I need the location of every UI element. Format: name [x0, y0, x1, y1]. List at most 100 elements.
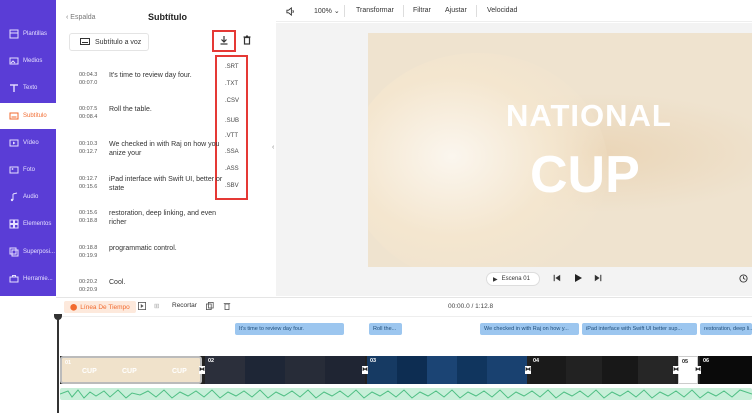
video-clip-02[interactable]: 02	[205, 356, 365, 384]
subtitle-end[interactable]: 00:20.9	[79, 287, 97, 293]
clip-thumb-text: CUP	[172, 368, 187, 375]
format-option-csv[interactable]: .CSV	[225, 98, 239, 104]
transition-marker[interactable]: ⧓	[525, 366, 531, 374]
audio-track[interactable]	[60, 388, 752, 400]
tools-icon	[8, 273, 20, 285]
timeline-delete-icon[interactable]	[223, 302, 231, 312]
audio-waveform	[60, 389, 752, 399]
sidebar-item-superposiciones[interactable]: Superposi...	[0, 239, 56, 265]
subtitle-text[interactable]: programmatic control.	[109, 244, 229, 253]
sidebar-item-herramientas[interactable]: Herramie...	[0, 266, 56, 292]
play-range-icon[interactable]	[138, 302, 146, 312]
split-icon[interactable]: ⊞	[154, 302, 159, 310]
subtitle-start[interactable]: 00:07.5	[79, 106, 97, 112]
video-icon	[8, 137, 20, 149]
playhead[interactable]	[57, 316, 59, 413]
sidebar-item-foto[interactable]: Foto	[0, 157, 56, 183]
video-clip-04[interactable]: 04	[530, 356, 675, 384]
sidebar-item-label: Audio	[23, 194, 39, 200]
subtitle-clip[interactable]: iPad interface with Swift UI better sup.…	[582, 323, 697, 335]
delete-button[interactable]	[242, 35, 254, 47]
subtitle-text[interactable]: Cool.	[109, 278, 229, 287]
overlay-icon	[8, 246, 20, 258]
sidebar-item-elementos[interactable]: Elementos	[0, 211, 56, 237]
clock-icon[interactable]	[739, 274, 749, 284]
subtitle-row[interactable]: 00:10.3 00:12.7 We checked in with Raj on…	[79, 140, 269, 160]
subtitle-end[interactable]: 00:12.7	[79, 149, 97, 155]
subtitle-clip[interactable]: We checked in with Raj on how y...	[480, 323, 579, 335]
subtitle-clip[interactable]: It's time to review day four.	[235, 323, 344, 335]
timeline-toolbar: ⬤ Línea De Tiempo ⊞ Recortar 00:00.0 / 1:…	[56, 297, 752, 316]
subtitle-text[interactable]: We checked in with Raj on how you anize …	[109, 140, 229, 158]
skip-forward-icon[interactable]	[594, 274, 604, 284]
subtitle-text[interactable]: restoration, deep linking, and even rich…	[109, 209, 229, 227]
transition-marker[interactable]: ⧓	[695, 366, 701, 374]
subtitle-start[interactable]: 00:18.8	[79, 245, 97, 251]
subtitle-row[interactable]: 00:15.6 00:18.8 restoration, deep linking…	[79, 209, 269, 229]
format-option-ass[interactable]: .ASS	[225, 166, 239, 172]
filter-button[interactable]: Filtrar	[413, 7, 431, 14]
timeline-ruler[interactable]	[56, 316, 752, 320]
crop-button[interactable]: Recortar	[172, 302, 197, 309]
duplicate-icon[interactable]	[206, 302, 214, 312]
subtitle-row[interactable]: 00:12.7 00:15.6 iPad interface with Swift…	[79, 175, 269, 195]
sidebar-item-plantillas[interactable]: Plantillas	[0, 21, 56, 47]
subtitle-text[interactable]: iPad interface with Swift UI, better or …	[109, 175, 229, 193]
clip-number: 04	[533, 358, 540, 364]
subtitle-end[interactable]: 00:15.6	[79, 184, 97, 190]
subtitle-row[interactable]: 00:04.3 00:07.0 It's time to review day f…	[79, 71, 269, 91]
format-option-vtt[interactable]: .VTT	[225, 133, 238, 139]
clip-number: 01	[65, 360, 72, 366]
audio-icon	[8, 191, 20, 203]
transition-marker[interactable]: ⧓	[199, 366, 205, 374]
subtitle-end[interactable]: 00:08.4	[79, 114, 97, 120]
video-clip-03[interactable]: 03	[367, 356, 527, 384]
sidebar-item-subtitulo[interactable]: Subtítulo	[0, 103, 56, 129]
zoom-select[interactable]: 100% ⌄	[314, 7, 340, 15]
left-sidebar: Plantillas Medios Texto Subtítulo Vídeo …	[0, 0, 56, 296]
subtitle-end[interactable]: 00:07.0	[79, 80, 97, 86]
back-label: Espalda	[70, 14, 96, 21]
subtitle-row[interactable]: 00:20.2 00:20.9 Cool.	[79, 278, 269, 296]
subtitle-clip[interactable]: restoration, deep li...	[700, 323, 752, 335]
timeline-tab[interactable]: ⬤ Línea De Tiempo	[64, 301, 136, 313]
sidebar-item-texto[interactable]: Texto	[0, 75, 56, 101]
play-button[interactable]	[573, 273, 583, 283]
subtitle-start[interactable]: 00:04.3	[79, 72, 97, 78]
transition-marker[interactable]: ⧓	[362, 366, 368, 374]
subtitle-to-voice-button[interactable]: Subtítulo a voz	[69, 33, 149, 51]
subtitle-end[interactable]: 00:18.8	[79, 218, 97, 224]
scene-label: Escena 01	[501, 276, 530, 282]
subtitle-start[interactable]: 00:20.2	[79, 279, 97, 285]
subtitle-end[interactable]: 00:19.9	[79, 253, 97, 259]
clip-number: 05	[682, 359, 689, 365]
video-clip-01[interactable]: 01 CUP CUP CUP	[60, 356, 202, 384]
subtitle-panel: ‹ Espalda Subtítulo Subtítulo a voz .SRT…	[56, 0, 274, 296]
subtitle-start[interactable]: 00:12.7	[79, 176, 97, 182]
video-clip-06[interactable]: 06	[700, 356, 752, 384]
sidebar-item-video[interactable]: Vídeo	[0, 130, 56, 156]
subtitle-row[interactable]: 00:18.8 00:19.9 programmatic control.	[79, 244, 269, 264]
skip-back-icon[interactable]	[553, 274, 563, 284]
back-button[interactable]: ‹ Espalda	[66, 14, 96, 21]
volume-icon[interactable]	[286, 6, 295, 18]
sidebar-item-label: Elementos	[23, 221, 52, 227]
toolbar-divider	[403, 5, 404, 17]
preview-title-line1: NATIONAL	[506, 98, 672, 133]
subtitle-start[interactable]: 00:10.3	[79, 141, 97, 147]
transition-marker[interactable]: ⧓	[673, 366, 679, 374]
transform-button[interactable]: Transformar	[356, 7, 394, 14]
adjust-button[interactable]: Ajustar	[445, 7, 467, 14]
video-preview[interactable]: NATIONAL CUP	[368, 33, 752, 267]
download-button[interactable]	[212, 30, 236, 52]
scene-selector[interactable]: ▶ Escena 01	[486, 272, 540, 286]
speed-button[interactable]: Velocidad	[487, 7, 517, 14]
subtitle-text[interactable]: It's time to review day four.	[109, 71, 229, 80]
format-option-srt[interactable]: .SRT	[225, 64, 239, 70]
subtitle-row[interactable]: 00:07.5 00:08.4 Roll the table.	[79, 105, 269, 125]
sidebar-item-audio[interactable]: Audio	[0, 184, 56, 210]
subtitle-clip[interactable]: Roll the...	[369, 323, 402, 335]
sidebar-item-medios[interactable]: Medios	[0, 48, 56, 74]
subtitle-text[interactable]: Roll the table.	[109, 105, 229, 114]
subtitle-start[interactable]: 00:15.6	[79, 210, 97, 216]
